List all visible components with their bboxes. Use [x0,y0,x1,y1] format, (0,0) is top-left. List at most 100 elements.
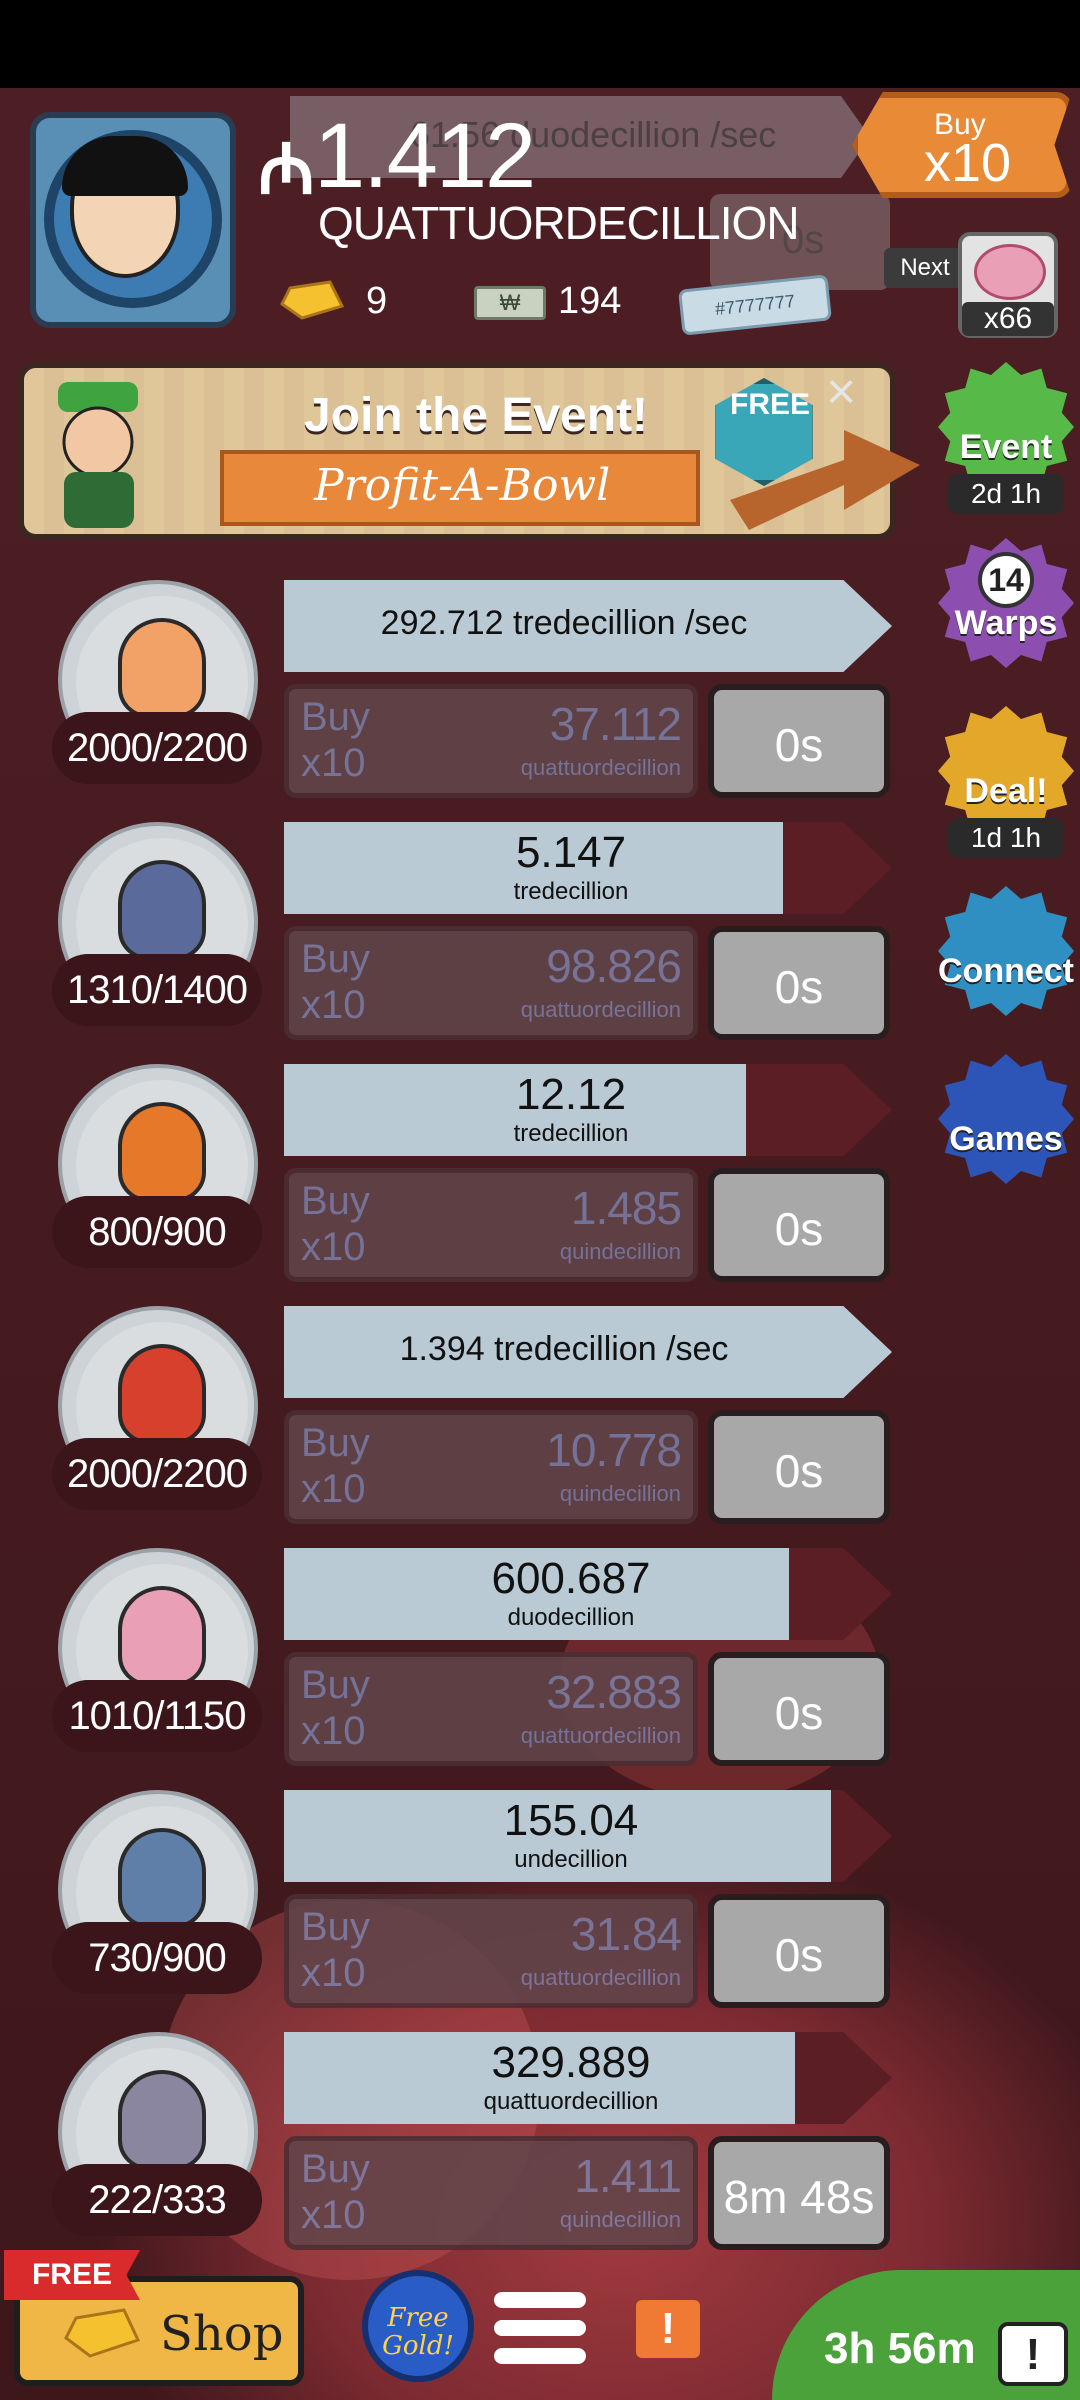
manager-icon [118,2070,206,2170]
gold-bar-icon [64,2308,140,2358]
alert-icon[interactable]: ! [636,2300,700,2358]
manager-icon [118,618,206,718]
event-character-icon [58,382,138,528]
manager-row: 222/333 329.889 quattuordecillion Buy x10 1.4… [0,2032,900,2272]
timer-button[interactable]: 0s [708,684,890,798]
buy-cost: 98.826 [546,940,682,992]
buy-label: Buy [301,1905,370,1949]
buy-cost: 10.778 [546,1424,682,1476]
buy-cost-unit: quattuordecillion [520,755,681,780]
ad-timer: 3h 56m [824,2324,976,2373]
timer-label: 0s [774,961,824,1013]
profit-rate: 292.712 tredecillion /sec [380,604,748,642]
badge-shape [938,1054,1074,1184]
buy-label: Buy [301,2147,370,2191]
timer-button[interactable]: 0s [708,1652,890,1766]
unit-count: 800/900 [52,1196,262,1268]
profit-unit: quattuordecillion [483,2088,659,2115]
sidebar-warps-button[interactable]: 14 Warps [938,538,1074,668]
free-gold-button[interactable]: Free Gold! [362,2270,474,2382]
timer-button[interactable]: 0s [708,1894,890,2008]
buy-cost: 31.84 [570,1908,682,1960]
manager-icon [118,1344,206,1444]
next-mult: x66 [962,302,1054,336]
gold-count: 9 [366,280,388,322]
buy-cost-unit: quindecillion [559,2207,681,2232]
gold-bar-icon [280,280,344,320]
manager-row: 1310/1400 5.147 tredecillion Buy x10 98.826 qu… [0,822,900,1062]
profit-rate: 1.394 tredecillion /sec [399,1330,729,1368]
buy-mult-label: x10 [301,1225,366,1269]
free-gold-label: Free Gold! [382,2303,454,2361]
timer-button[interactable]: 0s [708,926,890,1040]
profit-amount: 600.687 [491,1554,651,1603]
sidebar-event-button[interactable]: Event 2d 1h [938,362,1074,514]
next-unlock-card[interactable]: x66 [958,232,1058,338]
buy-label: Buy [301,1663,370,1707]
profit-bar[interactable]: 5.147 tredecillion [284,822,892,914]
sidebar-timer: 2d 1h [948,474,1064,514]
profit-bar[interactable]: 600.687 duodecillion [284,1548,892,1640]
timer-label: 0s [774,719,824,771]
buy-button[interactable]: Buy x10 32.883 quattuordecillion [284,1652,698,1766]
buy-cost: 32.883 [546,1666,682,1718]
profit-bar[interactable]: 329.889 quattuordecillion [284,2032,892,2124]
profit-bar[interactable]: 12.12 tredecillion [284,1064,892,1156]
timer-label: 0s [774,1203,824,1255]
buy-cost: 1.411 [574,2150,682,2202]
sidebar-connect-button[interactable]: Connect [938,886,1074,1016]
buy-cost-unit: quindecillion [559,1481,681,1506]
sidebar-deal-button[interactable]: Deal! 1d 1h [938,706,1074,858]
sidebar-label: Games [949,1120,1063,1158]
sidebar-label: Warps [954,604,1058,642]
player-avatar[interactable] [30,112,236,328]
menu-line [494,2320,586,2336]
tv-icon: ! [998,2322,1068,2386]
profit-unit: tredecillion [513,1120,629,1147]
sidebar-label: Deal! [964,772,1048,810]
unit-count: 2000/2200 [52,712,262,784]
buy-button[interactable]: Buy x10 1.411 quindecillion [284,2136,698,2250]
manager-icon [118,1102,206,1202]
manager-icon [118,1586,206,1686]
profit-bar[interactable]: 1.394 tredecillion /sec [284,1306,892,1398]
sidebar-label: Event [959,428,1053,466]
buy-button[interactable]: Buy x10 37.112 quattuordecillion [284,684,698,798]
timer-button[interactable]: 0s [708,1410,890,1524]
timer-button[interactable]: 8m 48s [708,2136,890,2250]
unit-count: 222/333 [52,2164,262,2236]
profit-bar[interactable]: 155.04 undecillion [284,1790,892,1882]
buy-mult-label: x10 [301,1709,366,1753]
buy-button[interactable]: Buy x10 10.778 quindecillion [284,1410,698,1524]
buy-mult-label: x10 [301,1951,366,1995]
profit-unit: undecillion [514,1846,628,1873]
close-icon[interactable]: × [826,362,856,422]
unit-count: 1010/1150 [52,1680,262,1752]
buy-label: Buy [301,695,370,739]
shop-label: Shop [160,2306,284,2362]
free-flag: FREE [4,2250,140,2300]
buy-cost-unit: quindecillion [559,1239,681,1264]
next-label: Next [884,248,966,288]
event-title: Join the Event! [304,389,649,442]
buy-mult-label: x10 [301,983,366,1027]
timer-label: 0s [774,1929,824,1981]
menu-line [494,2292,586,2308]
menu-icon[interactable] [494,2288,586,2368]
timer-button[interactable]: 0s [708,1168,890,1282]
buy-button[interactable]: Buy x10 98.826 quattuordecillion [284,926,698,1040]
buy-label: Buy [301,937,370,981]
timer-label: 0s [774,1445,824,1497]
megabucks-icon: ₩ [474,286,546,320]
profit-amount: 5.147 [515,828,627,877]
buy-button[interactable]: Buy x10 1.485 quindecillion [284,1168,698,1282]
profit-bar[interactable]: 292.712 tredecillion /sec [284,580,892,672]
buy-button[interactable]: Buy x10 31.84 quattuordecillion [284,1894,698,2008]
buy-mult-big: x10 [924,133,1012,193]
buy-multiplier-button[interactable]: Buy x10 [852,92,1072,198]
profit-unit: tredecillion [513,878,629,905]
manager-row: 2000/2200 1.394 tredecillion /sec Buy x10 10… [0,1306,900,1546]
buy-mult-label: x10 [301,741,366,785]
sidebar-games-button[interactable]: Games [938,1054,1074,1184]
buy-cost: 37.112 [549,698,682,750]
